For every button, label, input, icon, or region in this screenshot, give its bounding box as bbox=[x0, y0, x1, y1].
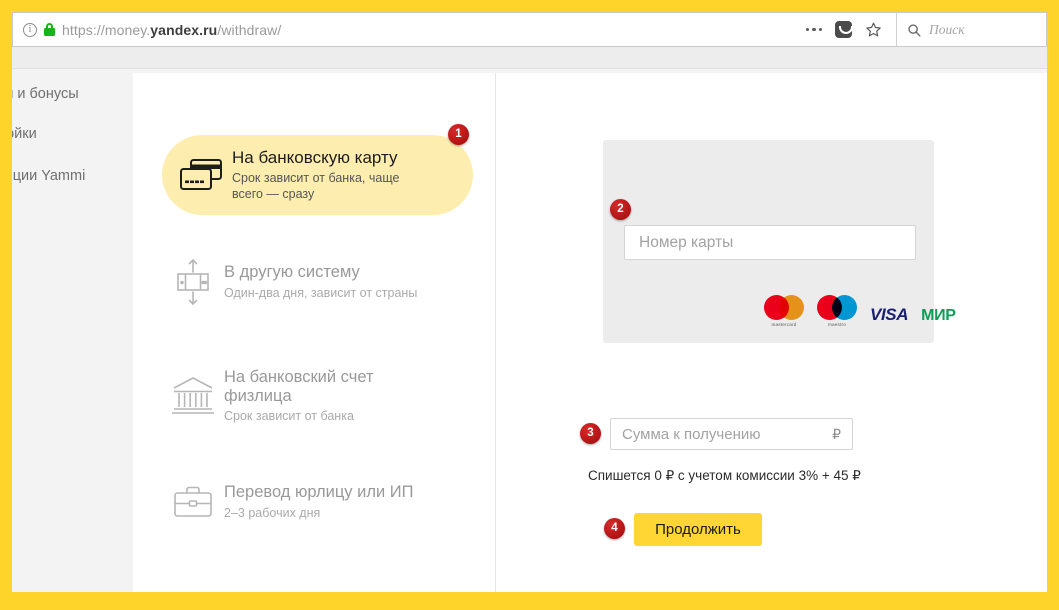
visa-logo: VISA bbox=[870, 304, 909, 324]
site-header-strip bbox=[12, 47, 1047, 69]
page-viewport: си и бонусы ройки тиции Yammi bbox=[12, 47, 1047, 592]
mastercard-label: mastercard bbox=[771, 321, 797, 327]
mastercard-logo: mastercard bbox=[764, 295, 804, 327]
briefcase-icon bbox=[162, 482, 224, 522]
sidebar-item-bonuses[interactable]: си и бонусы bbox=[12, 76, 133, 112]
search-icon bbox=[907, 23, 921, 37]
method-bank-card-title: На банковскую карту bbox=[232, 147, 398, 167]
method-bank-account-title-line1: На банковский счет bbox=[224, 368, 374, 387]
method-bank-card[interactable]: На банковскую карту Срок зависит от банк… bbox=[162, 135, 473, 215]
sidebar-item-investments[interactable]: тиции Yammi bbox=[12, 152, 133, 194]
browser-toolbar: i https://money.yandex.ru/withdraw/ Поис… bbox=[12, 12, 1047, 47]
method-other-system-subtitle: Один-два дня, зависит от страны bbox=[224, 285, 418, 300]
payment-systems-logos: mastercard maestro VISA МИР bbox=[764, 295, 956, 327]
page-info-icon[interactable]: i bbox=[23, 22, 37, 37]
method-bank-account[interactable]: На банковский счет физлица Срок зависит … bbox=[162, 361, 482, 431]
pocket-icon[interactable] bbox=[835, 21, 853, 38]
step-badge-4: 4 bbox=[604, 518, 625, 539]
step-badge-3: 3 bbox=[580, 423, 601, 444]
continue-button[interactable]: Продолжить bbox=[634, 513, 762, 546]
fee-note: Спишется 0 ₽ с учетом комиссии 3% + 45 ₽ bbox=[588, 468, 861, 483]
method-bank-account-text: На банковский счет физлица Срок зависит … bbox=[224, 368, 374, 424]
maestro-logo: maestro bbox=[817, 295, 857, 327]
browser-search-box[interactable]: Поиск bbox=[896, 13, 1046, 46]
sidebar-item-settings[interactable]: ройки bbox=[12, 112, 133, 152]
amount-input[interactable]: Сумма к получению ₽ bbox=[610, 418, 853, 450]
method-bank-account-subtitle: Срок зависит от банка bbox=[224, 408, 354, 423]
method-other-system-title: В другую систему bbox=[224, 263, 360, 282]
method-legal-entity-text: Перевод юрлицу или ИП 2–3 рабочих дня bbox=[224, 483, 413, 520]
amount-placeholder: Сумма к получению bbox=[622, 425, 761, 443]
url-text: https://money.yandex.ru/withdraw/ bbox=[62, 22, 281, 38]
more-options-icon[interactable] bbox=[805, 27, 822, 32]
sidebar: си и бонусы ройки тиции Yammi bbox=[12, 69, 133, 592]
ruble-symbol: ₽ bbox=[832, 425, 841, 442]
withdraw-form: 2 Номер карты mastercard maestro VISA МИ… bbox=[496, 73, 1047, 592]
method-bank-card-subtitle-line1: Срок зависит от банка, чаще bbox=[232, 171, 400, 186]
withdraw-content-card: На банковскую карту Срок зависит от банк… bbox=[133, 73, 1047, 592]
bookmark-star-icon[interactable] bbox=[865, 21, 882, 38]
url-domain: yandex.ru bbox=[150, 21, 218, 38]
method-legal-entity-title: Перевод юрлицу или ИП bbox=[224, 483, 414, 502]
method-legal-entity[interactable]: Перевод юрлицу или ИП 2–3 рабочих дня bbox=[162, 471, 482, 533]
url-prefix: https://money. bbox=[62, 21, 151, 38]
maestro-label: maestro bbox=[828, 321, 846, 327]
credit-card-icon bbox=[170, 157, 232, 193]
transfer-icon bbox=[162, 258, 224, 306]
lock-icon[interactable] bbox=[44, 23, 55, 36]
method-legal-entity-subtitle: 2–3 рабочих дня bbox=[224, 505, 321, 520]
method-bank-card-subtitle-line2: всего — сразу bbox=[232, 187, 315, 202]
method-bank-card-text: На банковскую карту Срок зависит от банк… bbox=[232, 148, 399, 202]
card-number-placeholder: Номер карты bbox=[639, 233, 734, 251]
bank-icon bbox=[162, 374, 224, 418]
withdraw-methods-list: На банковскую карту Срок зависит от банк… bbox=[133, 73, 495, 592]
method-bank-account-title-line2: физлица bbox=[224, 386, 292, 405]
method-other-system[interactable]: В другую систему Один-два дня, зависит о… bbox=[162, 251, 482, 313]
url-suffix: /withdraw/ bbox=[217, 21, 282, 38]
step-badge-2: 2 bbox=[610, 199, 631, 220]
step-badge-1: 1 bbox=[448, 124, 469, 145]
method-other-system-text: В другую систему Один-два дня, зависит о… bbox=[224, 263, 417, 300]
screenshot-frame: i https://money.yandex.ru/withdraw/ Поис… bbox=[0, 0, 1059, 610]
toolbar-actions bbox=[805, 21, 896, 38]
address-bar[interactable]: i https://money.yandex.ru/withdraw/ bbox=[13, 13, 806, 46]
mir-logo: МИР bbox=[921, 306, 956, 324]
card-number-input[interactable]: Номер карты bbox=[624, 225, 916, 260]
method-bank-account-title: На банковский счет физлица bbox=[224, 368, 374, 405]
method-bank-card-subtitle: Срок зависит от банка, чаще всего — сраз… bbox=[232, 170, 399, 202]
search-input-placeholder[interactable]: Поиск bbox=[929, 22, 965, 38]
